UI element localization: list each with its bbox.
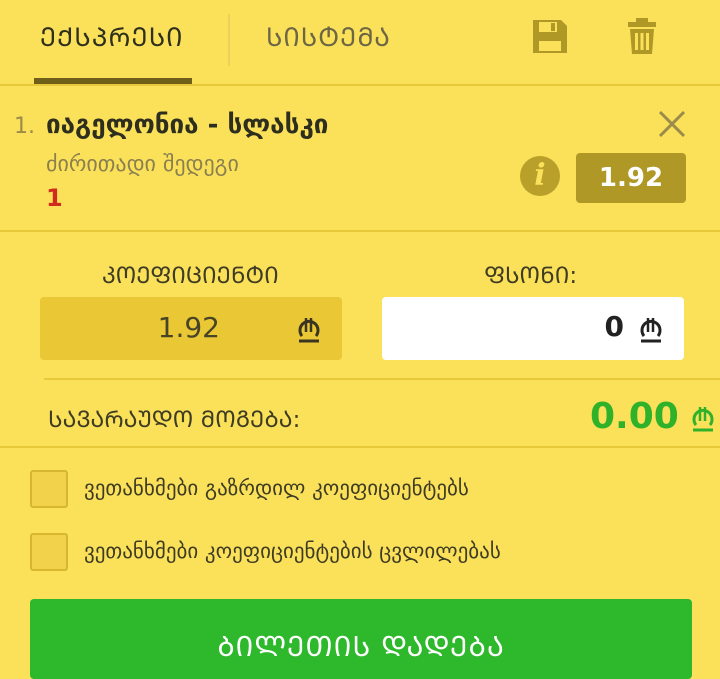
agree-odds-change-checkbox[interactable] [30, 533, 68, 571]
save-icon[interactable] [530, 16, 570, 56]
tab-divider [228, 14, 230, 66]
tab-system[interactable]: ᲡᲘᲡᲢᲔᲛᲐ [266, 18, 391, 54]
agree-increased-odds-label[interactable]: ვეთანხმები გაზრდილ კოეფიციენტებს [84, 476, 469, 500]
info-icon[interactable]: i [520, 156, 560, 196]
divider [44, 378, 720, 380]
agreement-row-odds-change: ვეთანხმები კოეფიციენტების ცვლილებას [30, 533, 710, 573]
place-bet-button[interactable]: ᲑᲘᲚᲔᲗᲘᲡ ᲓᲐᲓᲔᲑᲐ [30, 599, 692, 679]
divider [0, 446, 720, 448]
agree-odds-change-label[interactable]: ვეთანხმები კოეფიციენტების ცვლილებას [84, 539, 501, 563]
selection-index: 1. [14, 114, 35, 139]
coefficient-label: ᲙᲝᲔᲤᲘᲪᲘᲔᲜᲢᲘ [102, 263, 279, 289]
coefficient-value: 1.92 [157, 311, 220, 344]
place-bet-label: ᲑᲘᲚᲔᲗᲘᲡ ᲓᲐᲓᲔᲑᲐ [217, 630, 505, 663]
tab-express[interactable]: ᲔᲥᲡᲞᲠᲔᲡᲘ [40, 18, 184, 54]
odds-badge: 1.92 [576, 153, 686, 203]
possible-win-value: 0.00 [590, 396, 679, 437]
possible-win-label: ᲡᲐᲕᲐᲠᲐᲣᲓᲝ ᲛᲝᲒᲔᲑᲐ: [48, 407, 301, 433]
agreement-row-increased-odds: ვეთანხმები გაზრდილ კოეფიციენტებს [30, 470, 710, 510]
lari-icon [640, 318, 662, 343]
active-tab-indicator [34, 78, 192, 84]
trash-icon[interactable] [622, 16, 662, 56]
selected-outcome: 1 [46, 184, 63, 212]
info-glyph: i [534, 158, 546, 193]
match-title: იაგელონია - სლასკი [46, 110, 329, 140]
bet-type-tabs: ᲔᲥᲡᲞᲠᲔᲡᲘ ᲡᲘᲡᲢᲔᲛᲐ [0, 0, 720, 86]
stake-value: 0 [604, 310, 624, 343]
stake-input[interactable]: 0 [382, 297, 684, 360]
agree-increased-odds-checkbox[interactable] [30, 470, 68, 508]
bet-selection: 1. იაგელონია - სლასკი ძირითადი შედეგი 1 … [0, 86, 720, 232]
coefficient-field: 1.92 [40, 297, 342, 360]
lari-icon [298, 318, 320, 343]
market-name: ძირითადი შედეგი [46, 152, 239, 177]
lari-icon [692, 407, 714, 432]
close-icon[interactable] [656, 108, 688, 140]
stake-label: ᲤᲡᲝᲜᲘ: [484, 263, 578, 289]
